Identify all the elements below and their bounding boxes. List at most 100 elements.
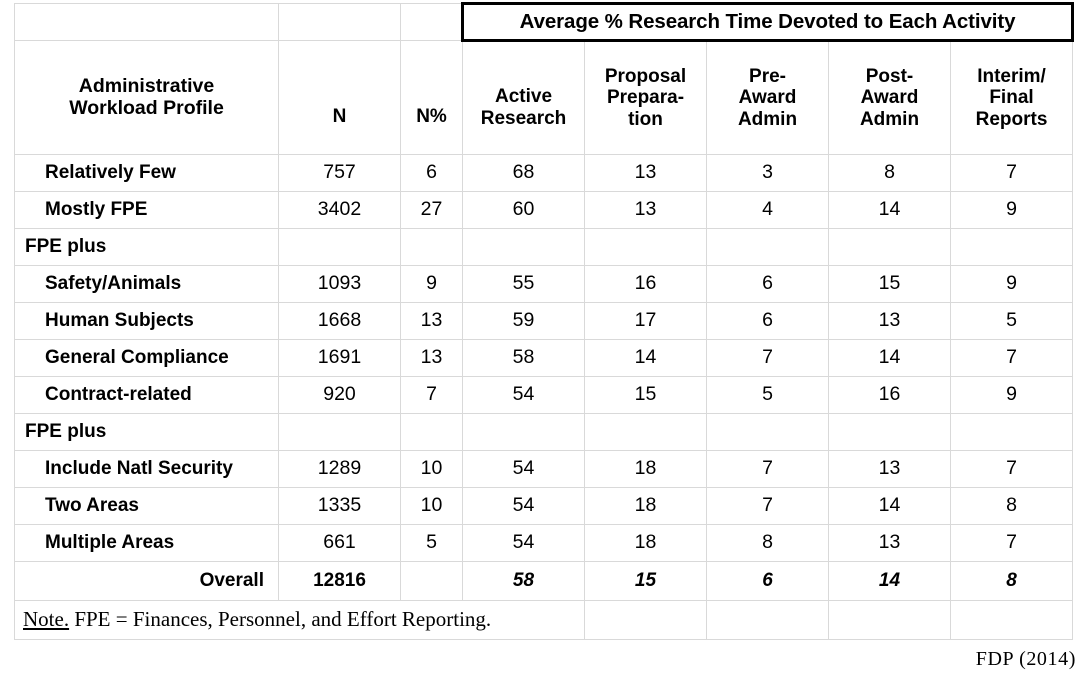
header-pre-award-admin: Pre- Award Admin xyxy=(706,40,829,155)
cell-n-percent: 13 xyxy=(400,302,463,340)
cell-proposal-preparation: 18 xyxy=(584,450,707,488)
note-body-text: FPE = Finances, Personnel, and Effort Re… xyxy=(69,607,492,632)
header-active-research-line2: Research xyxy=(480,107,567,129)
cell-n-percent: 27 xyxy=(400,191,463,229)
column-header-row: Administrative Workload Profile N N% Act… xyxy=(14,40,1073,155)
cell-pre-award-admin: 5 xyxy=(706,376,829,414)
table-row[interactable]: Two Areas 1335 10 54 18 7 14 8 xyxy=(14,487,1073,525)
note-empty-cell xyxy=(706,600,829,640)
cell-interim-final-reports: 8 xyxy=(950,487,1073,525)
source-credit: FDP (2014) xyxy=(975,648,1076,670)
cell-n: 757 xyxy=(278,154,401,192)
cell-n: 920 xyxy=(278,376,401,414)
table-row[interactable]: Contract-related 920 7 54 15 5 16 9 xyxy=(14,376,1073,414)
group-header-row: FPE plus xyxy=(14,413,1073,451)
header-post-award-line3: Admin xyxy=(859,108,920,130)
header-proposal-prep-line3: tion xyxy=(628,108,663,130)
cell-active-research xyxy=(462,413,585,451)
cell-n: 1668 xyxy=(278,302,401,340)
cell-interim-final-reports: 9 xyxy=(950,265,1073,303)
cell-proposal-preparation xyxy=(584,228,707,266)
cell-post-award-admin xyxy=(828,413,951,451)
cell-n: 3402 xyxy=(278,191,401,229)
header-n-percent: N% xyxy=(400,40,463,155)
header-n-percent-label: N% xyxy=(416,105,447,127)
cell-proposal-preparation: 14 xyxy=(584,339,707,377)
table-row[interactable]: General Compliance 1691 13 58 14 7 14 7 xyxy=(14,339,1073,377)
spreadsheet-sheet: Average % Research Time Devoted to Each … xyxy=(0,0,1092,684)
overall-n-percent xyxy=(400,561,463,601)
cell-n-percent: 7 xyxy=(400,376,463,414)
cell-n-percent: 13 xyxy=(400,339,463,377)
cell-post-award-admin xyxy=(828,228,951,266)
note-empty-cell xyxy=(950,600,1073,640)
cell-active-research: 54 xyxy=(462,450,585,488)
header-n: N xyxy=(278,40,401,155)
cell-interim-final-reports: 7 xyxy=(950,524,1073,562)
table-note: Note. FPE = Finances, Personnel, and Eff… xyxy=(14,600,585,640)
cell-active-research xyxy=(462,228,585,266)
table-row[interactable]: Mostly FPE 3402 27 60 13 4 14 9 xyxy=(14,191,1073,229)
header-profile-line2: Workload Profile xyxy=(69,96,224,119)
cell-n-percent: 10 xyxy=(400,487,463,525)
header-interim-line3: Reports xyxy=(975,108,1048,130)
header-proposal-preparation: Proposal Prepara- tion xyxy=(584,40,707,155)
row-label: General Compliance xyxy=(14,339,279,377)
cell-n-percent xyxy=(400,228,463,266)
cell-active-research: 54 xyxy=(462,524,585,562)
header-post-award-line1: Post- xyxy=(865,66,914,88)
overall-row[interactable]: Overall 12816 58 15 6 14 8 xyxy=(14,561,1073,601)
cell-proposal-preparation xyxy=(584,413,707,451)
cell-active-research: 60 xyxy=(462,191,585,229)
cell-post-award-admin: 16 xyxy=(828,376,951,414)
header-pre-award-line1: Pre- xyxy=(749,66,786,88)
header-post-award-admin: Post- Award Admin xyxy=(828,40,951,155)
cell-proposal-preparation: 13 xyxy=(584,154,707,192)
cell-interim-final-reports xyxy=(950,413,1073,451)
header-proposal-prep-line1: Proposal xyxy=(604,66,687,88)
cell-proposal-preparation: 13 xyxy=(584,191,707,229)
cell-pre-award-admin: 6 xyxy=(706,302,829,340)
cell-proposal-preparation: 17 xyxy=(584,302,707,340)
table-row[interactable]: Human Subjects 1668 13 59 17 6 13 5 xyxy=(14,302,1073,340)
overall-label: Overall xyxy=(14,561,279,601)
cell-proposal-preparation: 18 xyxy=(584,487,707,525)
row-label: Relatively Few xyxy=(14,154,279,192)
cell-n: 1335 xyxy=(278,487,401,525)
cell-n xyxy=(278,413,401,451)
table-row[interactable]: Relatively Few 757 6 68 13 3 8 7 xyxy=(14,154,1073,192)
table-row[interactable]: Include Natl Security 1289 10 54 18 7 13… xyxy=(14,450,1073,488)
table-row[interactable]: Safety/Animals 1093 9 55 16 6 15 9 xyxy=(14,265,1073,303)
header-pre-award-line3: Admin xyxy=(737,108,798,130)
note-lead-label: Note. xyxy=(23,607,70,632)
cell-active-research: 54 xyxy=(462,487,585,525)
group-label: FPE plus xyxy=(14,228,279,266)
header-pre-award-line2: Award xyxy=(738,87,797,109)
row-label: Safety/Animals xyxy=(14,265,279,303)
empty-cell-topnpct xyxy=(400,3,463,41)
group-header-row: FPE plus xyxy=(14,228,1073,266)
header-administrative-workload-profile: Administrative Workload Profile xyxy=(14,40,279,155)
cell-n-percent: 9 xyxy=(400,265,463,303)
row-label: Two Areas xyxy=(14,487,279,525)
cell-proposal-preparation: 18 xyxy=(584,524,707,562)
cell-pre-award-admin: 7 xyxy=(706,339,829,377)
cell-interim-final-reports: 9 xyxy=(950,191,1073,229)
cell-active-research: 58 xyxy=(462,339,585,377)
cell-pre-award-admin: 6 xyxy=(706,265,829,303)
table-note-row: Note. FPE = Finances, Personnel, and Eff… xyxy=(14,600,1073,640)
cell-n-percent: 6 xyxy=(400,154,463,192)
row-label: Include Natl Security xyxy=(14,450,279,488)
cell-active-research: 55 xyxy=(462,265,585,303)
cell-n: 1691 xyxy=(278,339,401,377)
cell-active-research: 59 xyxy=(462,302,585,340)
group-label: FPE plus xyxy=(14,413,279,451)
table-row[interactable]: Multiple Areas 661 5 54 18 8 13 7 xyxy=(14,524,1073,562)
row-label: Contract-related xyxy=(14,376,279,414)
header-proposal-prep-line2: Prepara- xyxy=(606,87,685,109)
cell-pre-award-admin: 3 xyxy=(706,154,829,192)
cell-post-award-admin: 14 xyxy=(828,487,951,525)
overall-active-research: 58 xyxy=(462,561,585,601)
header-interim-final-reports: Interim/ Final Reports xyxy=(950,40,1073,155)
cell-interim-final-reports: 7 xyxy=(950,450,1073,488)
